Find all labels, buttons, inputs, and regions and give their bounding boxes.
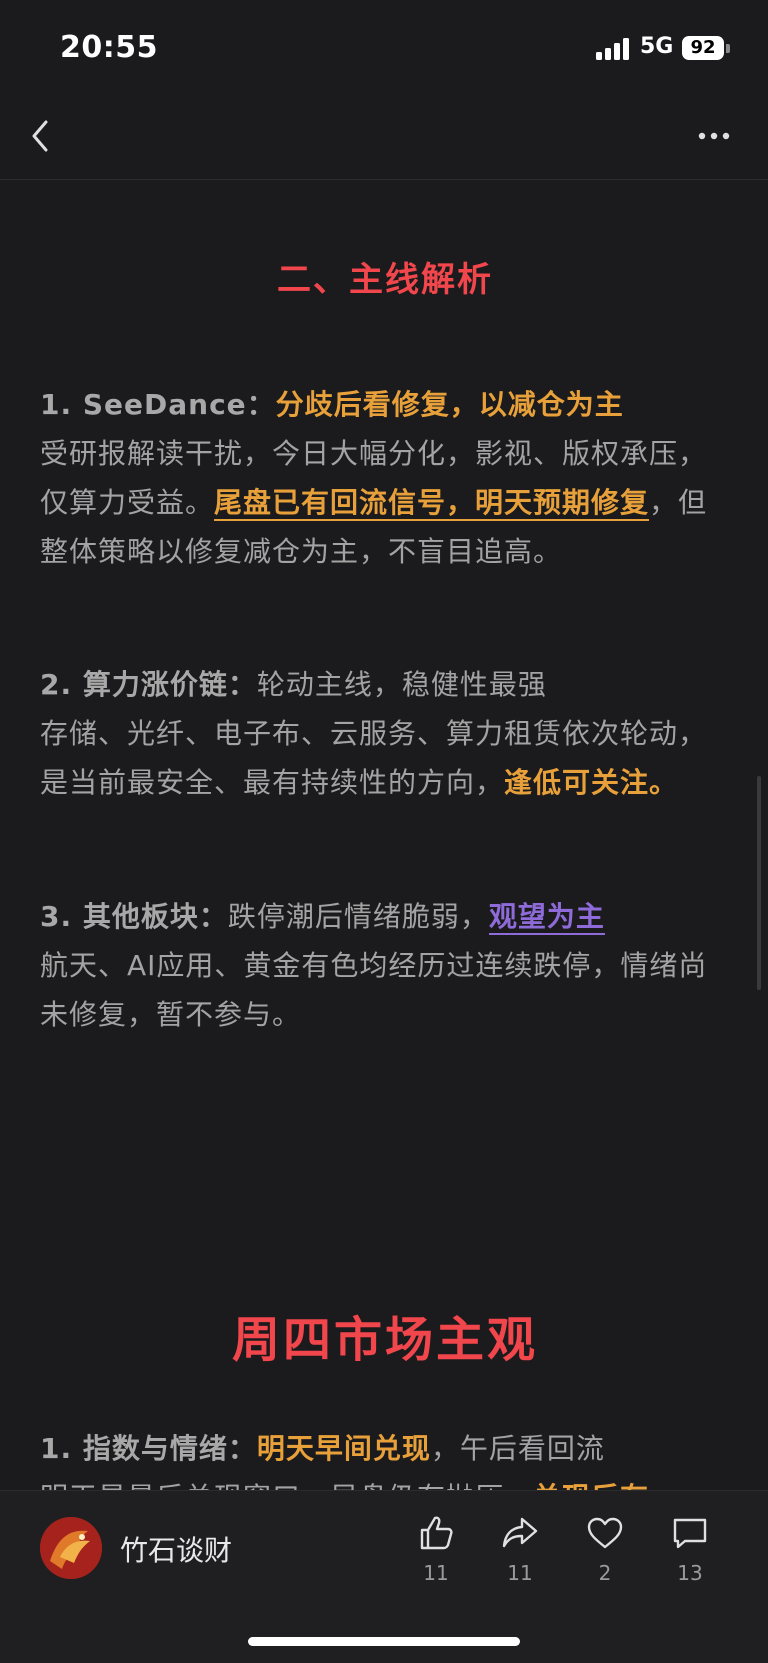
like-button[interactable]: 11: [406, 1513, 466, 1585]
more-icon[interactable]: [692, 116, 742, 156]
share-count: 11: [507, 1561, 533, 1585]
paragraph-lead: 3. 其他板块：: [40, 900, 228, 933]
status-bar: 20:55 5G 92: [0, 0, 768, 100]
paragraph-lead: 1. 指数与情绪：: [40, 1432, 257, 1465]
network-type: 5G: [640, 34, 674, 59]
status-time: 20:55: [60, 30, 158, 65]
section-title-main-line: 二、主线解析: [277, 260, 493, 300]
author-avatar[interactable]: [40, 1517, 102, 1579]
paragraph-subhead: 轮动主线，稳健性最强: [256, 668, 547, 701]
paragraph-text: 航天、AI应用、黄金有色均经历过连续跌停，情绪尚未修复，暂不参与。: [40, 949, 708, 1031]
battery-tip: [726, 44, 730, 53]
highlight-text: 明天早间兑现: [256, 1432, 431, 1465]
paragraph-text: ，午后看回流: [430, 1432, 605, 1465]
signal-icon: [596, 38, 630, 60]
share-button[interactable]: 11: [490, 1513, 550, 1585]
comment-button[interactable]: 13: [660, 1513, 720, 1585]
favorite-button[interactable]: 2: [575, 1513, 635, 1585]
paragraph-seedance: 1. SeeDance：分歧后看修复，以减仓为主 受研报解读干扰，今日大幅分化，…: [40, 380, 730, 576]
like-count: 11: [423, 1561, 449, 1585]
nav-bar: [0, 100, 768, 180]
section-title-thursday: 周四市场主观: [231, 1312, 538, 1368]
favorite-count: 2: [598, 1561, 612, 1585]
highlight-underline-text: 尾盘已有回流信号，明天预期修复: [214, 486, 650, 521]
highlight-text: 分歧后看修复，以减仓为主: [275, 388, 624, 421]
highlight-purple-text: 观望为主: [488, 900, 605, 935]
highlight-text: 逢低可关注。: [504, 766, 679, 799]
paragraph-lead: 1. SeeDance：: [40, 388, 276, 421]
scroll-indicator[interactable]: [757, 776, 761, 990]
back-icon[interactable]: [30, 116, 70, 156]
paragraph-subhead: 跌停潮后情绪脆弱，: [227, 900, 489, 933]
thumbs-up-icon: [420, 1516, 453, 1550]
bottom-action-bar: 竹石谈财 11 11 2 13: [0, 1490, 768, 1663]
author-name[interactable]: 竹石谈财: [120, 1529, 232, 1569]
paragraph-lead: 2. 算力涨价链：: [40, 668, 257, 701]
paragraph-other-sectors: 3. 其他板块：跌停潮后情绪脆弱，观望为主 航天、AI应用、黄金有色均经历过连续…: [40, 892, 730, 1039]
share-icon: [502, 1517, 538, 1548]
battery-icon: 92: [682, 36, 724, 60]
home-indicator[interactable]: [248, 1637, 520, 1646]
comment-count: 13: [677, 1561, 703, 1585]
paragraph-computing-chain: 2. 算力涨价链：轮动主线，稳健性最强 存储、光纤、电子布、云服务、算力租赁依次…: [40, 660, 730, 807]
article-screen: 20:55 5G 92 二、主线解析 1. SeeDance：分歧后看修复，以减…: [0, 0, 768, 1663]
comment-icon: [673, 1518, 707, 1549]
heart-icon: [587, 1517, 623, 1549]
